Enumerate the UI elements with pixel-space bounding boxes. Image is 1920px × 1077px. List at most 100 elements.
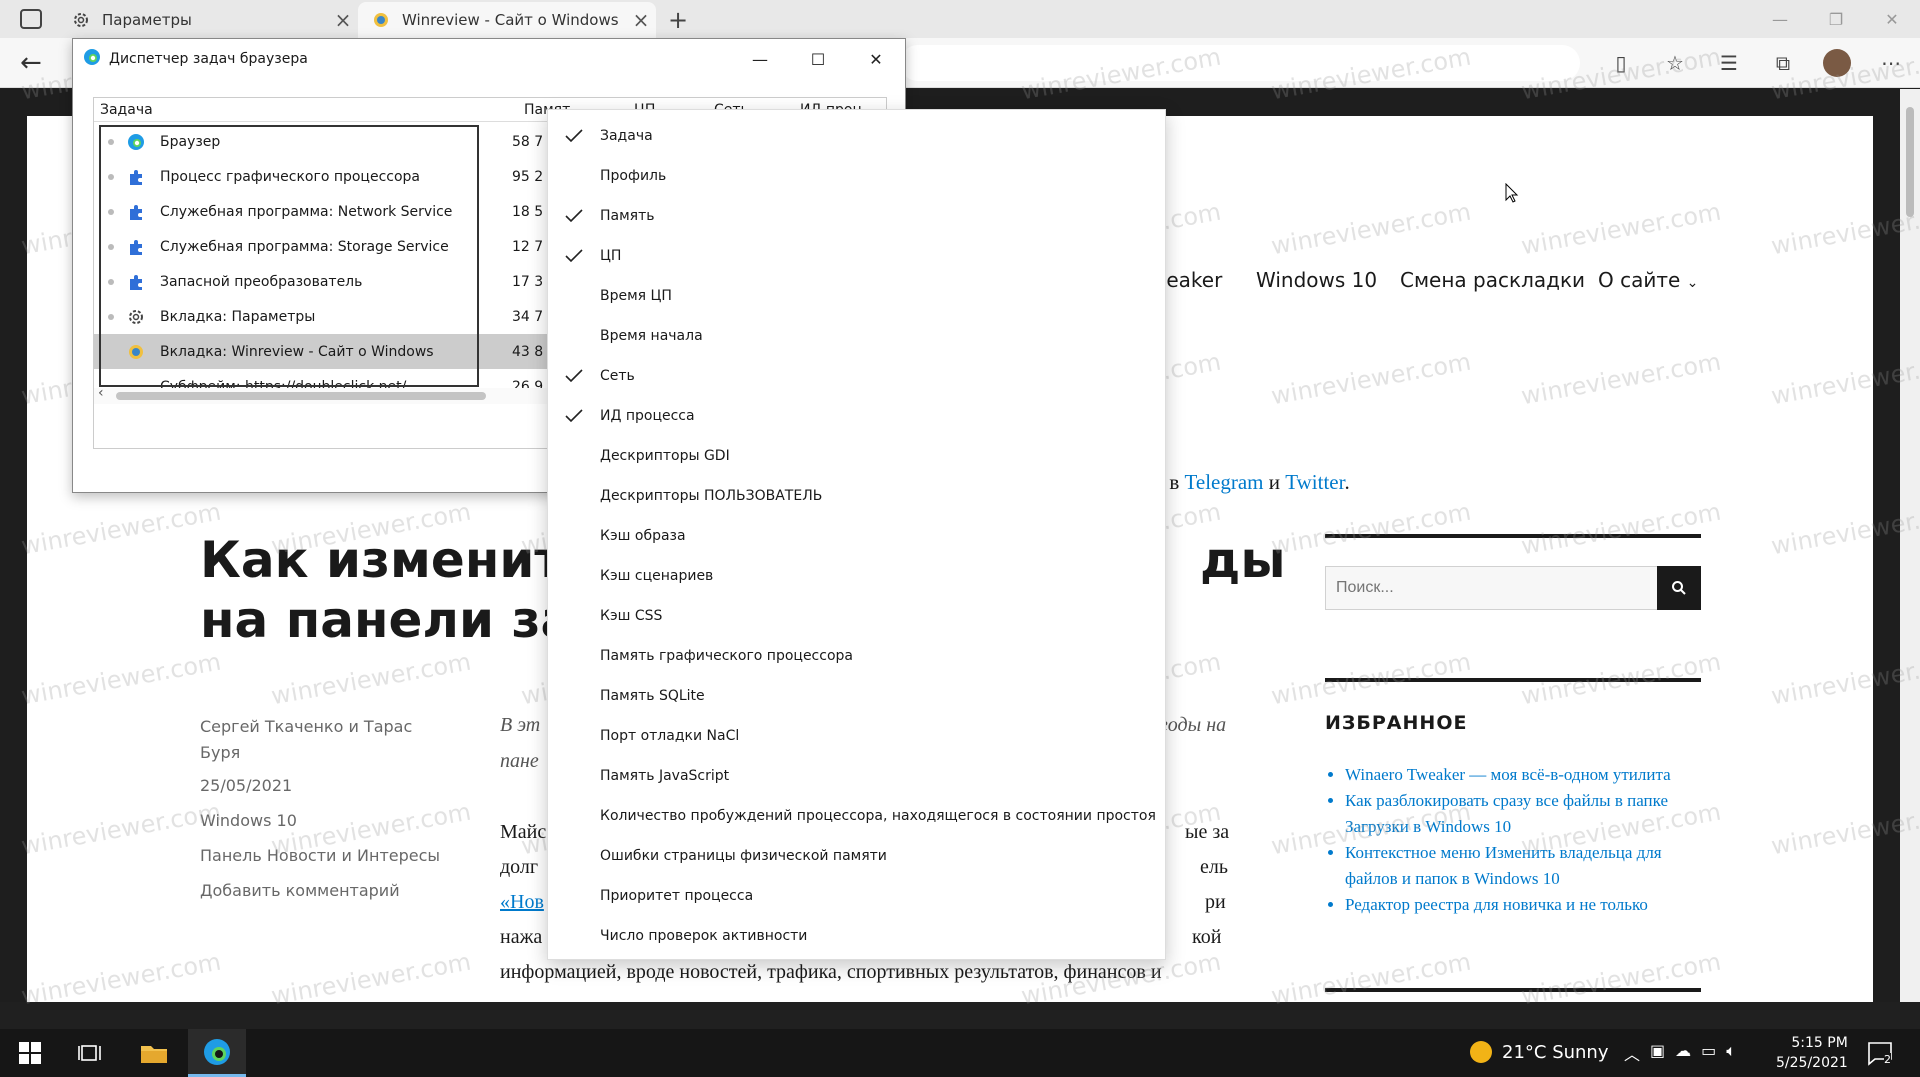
close-icon[interactable]: ✕ [847, 39, 905, 79]
menu-item-gdi-handles[interactable]: Дескрипторы GDI [548, 436, 1165, 476]
menu-item-task[interactable]: Задача [548, 116, 1165, 156]
collections-icon[interactable]: ⧉ [1760, 46, 1806, 80]
weather-widget[interactable]: 21°C Sunny [1470, 1041, 1609, 1063]
task-view-button[interactable] [64, 1029, 116, 1077]
menu-item-image-cache[interactable]: Кэш образа [548, 516, 1165, 556]
clock-date: 5/25/2021 [1776, 1055, 1848, 1071]
notifications-button[interactable]: 2 [1866, 1039, 1894, 1067]
puzzle-icon [126, 237, 146, 257]
maximize-icon[interactable]: ☐ [789, 39, 847, 79]
menu-item-label: Задача [600, 128, 653, 144]
close-icon[interactable]: ✕ [1864, 0, 1920, 38]
task-memory: 12 7 [512, 238, 544, 255]
meet-now-icon[interactable]: ▣ [1650, 1041, 1665, 1065]
toolbar-icons: ▯ ☆ ☰ ⧉ ⋯ [1598, 46, 1914, 80]
edge-taskbar-button[interactable] [188, 1029, 246, 1077]
post-date[interactable]: 25/05/2021 [200, 776, 292, 795]
gear-icon [72, 11, 90, 29]
minimize-icon[interactable]: — [731, 39, 789, 79]
twitter-link[interactable]: Twitter [1285, 470, 1344, 494]
start-button[interactable] [4, 1029, 56, 1077]
minimize-icon[interactable]: — [1752, 0, 1808, 38]
column-context-menu: Задача Профиль Память ЦП Время ЦП Время … [547, 109, 1166, 960]
chevron-up-icon[interactable]: ︿ [1624, 1041, 1640, 1065]
menu-item-sqlite-memory[interactable]: Память SQLite [548, 676, 1165, 716]
menu-item-cpu-time[interactable]: Время ЦП [548, 276, 1165, 316]
nav-item-about[interactable]: О сайте ⌄ [1598, 268, 1698, 292]
file-explorer-button[interactable] [128, 1029, 180, 1077]
menu-item-network[interactable]: Сеть [548, 356, 1165, 396]
network-icon[interactable]: ▭ [1701, 1041, 1716, 1065]
menu-item-cpu[interactable]: ЦП [548, 236, 1165, 276]
avatar[interactable] [1823, 49, 1851, 77]
tab-settings[interactable]: Параметры × [58, 2, 358, 38]
news-link[interactable]: «Нов [500, 891, 544, 914]
menu-item-label: ЦП [600, 248, 622, 264]
nav-item-windows10[interactable]: Windows 10 [1256, 268, 1377, 292]
more-menu-icon[interactable]: ⋯ [1868, 46, 1914, 80]
task-name: Служебная программа: Storage Service [160, 238, 449, 255]
author[interactable]: Сергей Ткаченко и Тарас Буря [200, 714, 430, 766]
task-manager-titlebar[interactable]: Диспетчер задач браузера — ☐ ✕ [73, 39, 905, 79]
favorite-link[interactable]: Контекстное меню Изменить владельца для … [1345, 840, 1701, 892]
comment-link[interactable]: Добавить комментарий [200, 881, 400, 900]
menu-item-priority[interactable]: Приоритет процесса [548, 876, 1165, 916]
check-icon [548, 249, 600, 263]
tab-winreview[interactable]: Winreview - Сайт о Windows × [358, 2, 656, 38]
social-links: ы в Telegram и Twitter. [1150, 470, 1350, 495]
menu-item-memory[interactable]: Память [548, 196, 1165, 236]
search-button[interactable] [1657, 566, 1701, 610]
menu-item-js-memory[interactable]: Память JavaScript [548, 756, 1165, 796]
back-button[interactable]: ← [20, 48, 42, 78]
taskbar: 21°C Sunny ︿ ▣ ☁ ▭ 🔈︎ 5:15 PM 5/25/2021 … [0, 1029, 1920, 1077]
nav-label: О сайте [1598, 268, 1681, 292]
address-bar[interactable] [900, 45, 1580, 81]
widget-title: ИЗБРАННОЕ [1325, 712, 1468, 734]
menu-item-label: Кэш сценариев [600, 568, 714, 584]
favorite-star-icon[interactable]: ☆ [1652, 46, 1698, 80]
favorite-link[interactable]: Winaero Tweaker — моя всё-в-одном утилит… [1345, 762, 1701, 788]
menu-item-label: Память графического процессора [600, 648, 853, 664]
task-manager-title: Диспетчер задач браузера [109, 51, 308, 67]
column-header-task[interactable]: Задача [100, 102, 153, 118]
tab-actions-icon[interactable] [20, 9, 42, 29]
bullet [108, 278, 114, 285]
telegram-link[interactable]: Telegram [1185, 470, 1264, 494]
volume-icon[interactable]: 🔈︎ [1726, 1041, 1736, 1065]
menu-item-keepalive[interactable]: Число проверок активности [548, 916, 1165, 956]
bullet [108, 313, 114, 320]
search-input[interactable] [1326, 567, 1656, 609]
menu-item-process-id[interactable]: ИД процесса [548, 396, 1165, 436]
menu-item-profile[interactable]: Профиль [548, 156, 1165, 196]
menu-item-css-cache[interactable]: Кэш CSS [548, 596, 1165, 636]
menu-item-idle-wakeups[interactable]: Количество пробуждений процессора, наход… [548, 796, 1165, 836]
close-tab-icon[interactable]: × [328, 10, 358, 30]
menu-item-page-faults[interactable]: Ошибки страницы физической памяти [548, 836, 1165, 876]
page-scrollbar[interactable] [1900, 89, 1920, 1002]
body-text: ые за [1185, 821, 1230, 843]
maximize-icon[interactable]: ❐ [1808, 0, 1864, 38]
nav-item-layout[interactable]: Смена раскладки [1400, 268, 1585, 292]
category-link[interactable]: Windows 10 [200, 811, 297, 830]
gear-icon [126, 307, 146, 327]
menu-item-gpu-memory[interactable]: Память графического процессора [548, 636, 1165, 676]
task-name: Процесс графического процессора [160, 168, 421, 185]
scrollbar-thumb[interactable] [116, 392, 486, 400]
favorites-list-icon[interactable]: ☰ [1706, 46, 1752, 80]
menu-item-nacl-port[interactable]: Порт отладки NaCl [548, 716, 1165, 756]
reader-view-icon[interactable]: ▯ [1598, 46, 1644, 80]
onedrive-icon[interactable]: ☁ [1675, 1041, 1691, 1065]
scroll-left-icon[interactable]: ‹ [98, 385, 104, 401]
close-tab-icon[interactable]: × [626, 10, 656, 30]
menu-item-user-handles[interactable]: Дескрипторы ПОЛЬЗОВАТЕЛЬ [548, 476, 1165, 516]
intro-text: годы на [1160, 714, 1227, 736]
favorite-link[interactable]: Редактор реестра для новичка и не только [1345, 892, 1701, 918]
tag-link[interactable]: Панель Новости и Интересы [200, 846, 440, 865]
favorite-link[interactable]: Как разблокировать сразу все файлы в пап… [1345, 788, 1701, 840]
clock[interactable]: 5:15 PM 5/25/2021 [1776, 1033, 1848, 1073]
menu-item-script-cache[interactable]: Кэш сценариев [548, 556, 1165, 596]
task-view-icon [78, 1045, 101, 1061]
menu-item-start-time[interactable]: Время начала [548, 316, 1165, 356]
new-tab-button[interactable]: + [668, 6, 688, 34]
menu-item-label: Время начала [600, 328, 703, 344]
